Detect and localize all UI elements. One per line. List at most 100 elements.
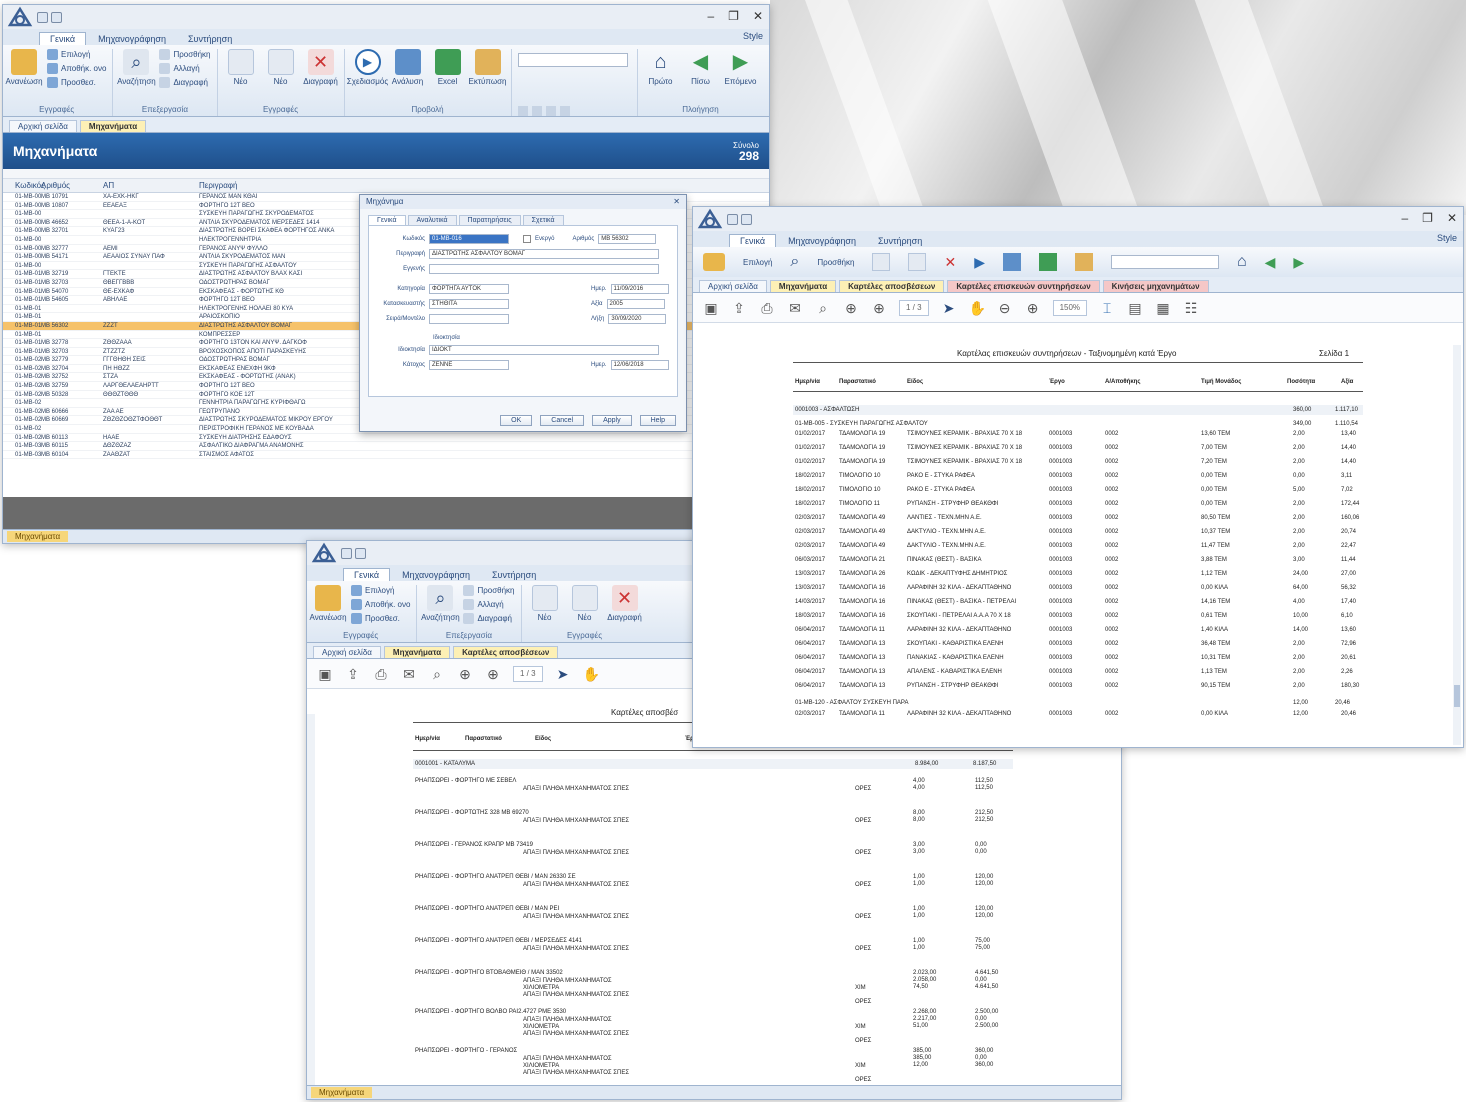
excel-button[interactable]: Excel — [431, 49, 465, 86]
vertical-scrollbar[interactable] — [1453, 345, 1461, 745]
export-icon[interactable]: ⇪ — [731, 300, 747, 316]
binoculars-icon[interactable]: ⌕ — [790, 253, 799, 271]
tab-general[interactable]: Γενικά — [729, 234, 777, 247]
back-button[interactable]: ◀ Πίσω — [684, 49, 718, 86]
pointer-icon[interactable]: ➤ — [941, 300, 957, 316]
next-page-icon[interactable]: ⊕ — [485, 666, 501, 682]
dialog-close-icon[interactable]: ✕ — [673, 195, 680, 209]
save-as-button[interactable]: Αποθήκ. ονο — [47, 63, 106, 74]
delete-small-button[interactable]: Διαγραφή — [463, 613, 514, 624]
tab-depreciation[interactable]: Καρτέλες αποσβέσεων — [839, 280, 945, 292]
tab-machines[interactable]: Μηχανήματα — [769, 280, 837, 292]
tab-general[interactable]: Γενικά — [39, 32, 87, 45]
single-page-icon[interactable]: ▤ — [1127, 300, 1143, 316]
tab-home[interactable]: Αρχική σελίδα — [313, 646, 381, 658]
status-tab[interactable]: Μηχανήματα — [311, 1087, 373, 1098]
change-button[interactable]: Αλλαγή — [159, 63, 210, 74]
next-page-icon[interactable]: ⊕ — [871, 300, 887, 316]
email-icon[interactable]: ✉ — [787, 300, 803, 316]
refresh-icon[interactable] — [703, 253, 725, 271]
save-as-button[interactable]: Αποθήκ. ονο — [351, 599, 410, 610]
home-icon[interactable]: ⌂ — [1237, 253, 1247, 271]
previous-page-icon[interactable]: ⊕ — [843, 300, 859, 316]
hand-icon[interactable]: ✋ — [583, 666, 600, 682]
new-button[interactable]: Νέο — [528, 585, 562, 622]
filter-combo[interactable] — [1110, 255, 1219, 269]
new2-button[interactable]: Νέο — [264, 49, 298, 86]
close-button[interactable]: ✕ — [753, 9, 763, 23]
tab-maintenance[interactable]: Συντήρηση — [868, 235, 932, 247]
tab-machines[interactable]: Μηχανήματα — [383, 646, 451, 658]
tab-maintenance[interactable]: Συντήρηση — [482, 569, 546, 581]
tab-home[interactable]: Αρχική σελίδα — [9, 120, 77, 132]
date-input[interactable]: 11/09/2016 — [610, 284, 669, 294]
select-button[interactable]: Επιλογή — [47, 49, 106, 60]
delete-button[interactable]: ✕ Διαγραφή — [607, 585, 642, 622]
select-button[interactable]: Επιλογή — [743, 258, 772, 267]
excel-icon[interactable] — [1038, 253, 1057, 271]
active-checkbox[interactable] — [523, 235, 531, 243]
page-indicator[interactable]: 1 / 3 — [513, 665, 543, 682]
description-input[interactable]: ΔΙΑΣΤΡΩΤΗΣ ΑΣΦΑΛΤΟΥ ΒΟΜΑΓ — [429, 249, 659, 259]
ok-button[interactable]: OK — [500, 415, 533, 426]
refresh-button[interactable]: Ανανέωση — [6, 49, 43, 86]
table-row[interactable]: 01-ΜΒ-029ΜΒ 60113 ΗΑΑΕ ΣΥΣΚΕΥΗ ΔΙΑΤΡΗΣΗΣ Ε… — [3, 434, 769, 443]
minimize-button[interactable]: – — [1401, 211, 1408, 225]
arrow-left-icon[interactable]: ◀ — [1265, 254, 1276, 271]
export-icon[interactable]: ⇪ — [345, 666, 361, 682]
pointer-icon[interactable]: ➤ — [555, 666, 571, 682]
cancel-button[interactable]: Cancel — [540, 415, 585, 426]
play-icon[interactable]: ▶ — [974, 254, 985, 271]
holder-date-input[interactable]: 12/06/2018 — [610, 360, 669, 370]
print-big-icon[interactable] — [1074, 253, 1093, 271]
parameters-icon[interactable]: ☷ — [1183, 300, 1199, 316]
maximize-button[interactable]: ❐ — [728, 9, 739, 23]
fit-page-icon[interactable]: ⌶ — [1099, 300, 1115, 316]
print-icon[interactable]: ⎙ — [373, 666, 389, 682]
new-button[interactable]: Νέο — [224, 49, 258, 86]
delete-button[interactable]: ✕ Διαγραφή — [303, 49, 338, 86]
help-button[interactable]: Help — [639, 415, 676, 426]
insert-button[interactable]: Προσθήκη — [463, 585, 515, 596]
insert-button[interactable]: Προσθήκη — [159, 49, 211, 60]
tab-general[interactable]: Γενικά — [343, 568, 391, 581]
holder-input[interactable]: ΖΕΝΝΕ — [429, 360, 509, 370]
design-button[interactable]: ▶ Σχεδιασμός — [347, 49, 388, 86]
scrollbar-thumb[interactable] — [1454, 685, 1460, 707]
native-input[interactable] — [429, 264, 659, 274]
status-tab[interactable]: Μηχανήματα — [7, 531, 69, 542]
tab-maintenance-cards[interactable]: Καρτέλες επισκευών συντηρήσεων — [947, 280, 1100, 292]
tab-mechanization[interactable]: Μηχανογράφηση — [392, 569, 480, 581]
save-icon[interactable] — [727, 213, 738, 225]
search-button[interactable]: ⌕ Αναζήτηση — [117, 49, 156, 86]
filter-combo[interactable] — [517, 53, 628, 67]
maximize-button[interactable]: ❐ — [1422, 211, 1433, 225]
style-menu[interactable]: Style — [743, 31, 763, 41]
search-button[interactable]: ⌕ Αναζήτηση — [421, 585, 460, 622]
email-icon[interactable]: ✉ — [401, 666, 417, 682]
dropdown-icon[interactable] — [51, 11, 62, 23]
new2-icon[interactable] — [908, 253, 927, 271]
new2-button[interactable]: Νέο — [568, 585, 602, 622]
zoom-combo[interactable]: 150% — [1052, 299, 1088, 316]
ownership-input[interactable]: ΙΔΙΟΚΤ — [429, 345, 659, 355]
zoom-out-icon[interactable]: ⊖ — [997, 300, 1013, 316]
arrow-right-icon[interactable]: ▶ — [1293, 254, 1304, 271]
delete-small-button[interactable]: Διαγραφή — [159, 77, 210, 88]
analysis-button[interactable]: Ανάλυση — [391, 49, 425, 86]
select-button[interactable]: Επιλογή — [351, 585, 410, 596]
model-input[interactable] — [429, 314, 509, 324]
search-icon[interactable]: ⌕ — [815, 300, 831, 316]
dialog-tab-general[interactable]: Γενικά — [368, 215, 406, 225]
tab-home[interactable]: Αρχική σελίδα — [699, 280, 767, 292]
tab-maintenance[interactable]: Συντήρηση — [178, 33, 242, 45]
style-menu[interactable]: Style — [1437, 233, 1457, 243]
hand-icon[interactable]: ✋ — [969, 300, 986, 316]
save-report-icon[interactable]: ▣ — [703, 300, 719, 316]
page-indicator[interactable]: 1 / 3 — [899, 299, 929, 316]
tab-machines[interactable]: Μηχανήματα — [79, 120, 147, 132]
new-icon[interactable] — [872, 253, 891, 271]
next-button[interactable]: ▶ Επόμενο — [724, 49, 758, 86]
tab-depreciation[interactable]: Καρτέλες αποσβέσεων — [453, 646, 559, 658]
search-icon[interactable]: ⌕ — [429, 666, 445, 682]
